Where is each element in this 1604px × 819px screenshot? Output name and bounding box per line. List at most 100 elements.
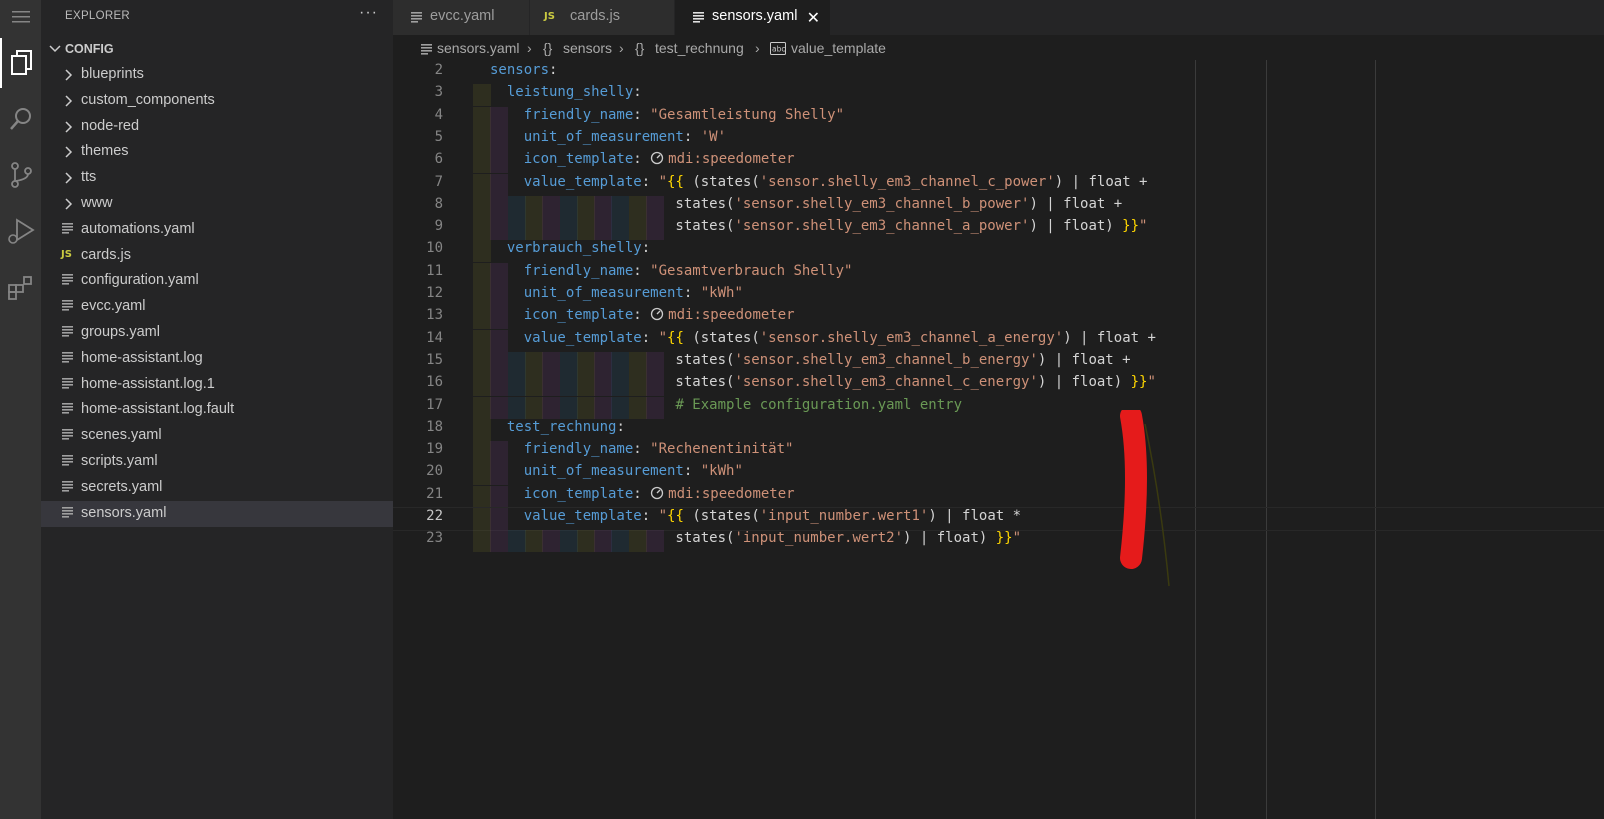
code-line[interactable]: unit_of_measurement: "kWh" [490,463,743,479]
code-line[interactable]: friendly_name: "Gesamtleistung Shelly" [490,107,844,123]
indent-guide [473,351,491,374]
line-number: 22 [426,508,443,524]
line-number: 10 [426,240,443,257]
chevron-right-icon [65,121,73,133]
code-line[interactable]: sensors: [490,62,557,78]
tree-item-home-assistant-log-fault[interactable]: home-assistant.log.fault [41,397,393,423]
code-line[interactable]: unit_of_measurement: "kWh" [490,285,743,301]
code-line[interactable]: verbrauch_shelly: [490,240,650,256]
tree-item-node-red[interactable]: node-red [41,114,393,140]
code-line[interactable]: icon_template: mdi:speedometer [490,307,795,323]
breadcrumb-value-template[interactable]: value_template [791,40,886,56]
tree-item-label: node-red [81,117,140,134]
code-line[interactable]: friendly_name: "Gesamtverbrauch Shelly" [490,263,853,279]
indent-guide [473,195,491,218]
line-number: 19 [426,441,443,458]
indent-guide [473,441,491,464]
code-line[interactable]: icon_template: mdi:speedometer [490,486,795,502]
indent-guide [473,285,491,307]
line-number: 23 [426,530,443,547]
tree-item-secrets-yaml[interactable]: secrets.yaml [41,475,393,501]
editor-ruler [1195,60,1196,819]
indent-guide [473,128,491,151]
code-line[interactable]: icon_template: mdi:speedometer [490,151,795,167]
gauge-icon [651,308,664,321]
code-line[interactable]: states('input_number.wert2') | float) }}… [490,530,1021,546]
tree-item-themes[interactable]: themes [41,139,393,165]
yaml-file-icon [62,351,73,363]
tab-cards-js[interactable]: JS cards.js [530,0,675,35]
line-number: 18 [426,418,443,435]
folder-root-config[interactable]: CONFIG [41,38,393,62]
tree-item-home-assistant-log[interactable]: home-assistant.log [41,346,393,372]
tree-item-blueprints[interactable]: blueprints [41,62,393,88]
tree-item-automations-yaml[interactable]: automations.yaml [41,217,393,243]
code-line[interactable]: states('sensor.shelly_em3_channel_a_powe… [490,218,1147,234]
search-icon[interactable] [0,94,41,144]
line-number: 14 [426,329,443,346]
tree-item-label: secrets.yaml [81,478,163,495]
tree-item-scenes-yaml[interactable]: scenes.yaml [41,423,393,449]
code-line[interactable]: states('sensor.shelly_em3_channel_b_powe… [490,196,1122,212]
close-icon[interactable]: ✕ [807,8,820,28]
code-line[interactable]: friendly_name: "Rechenentinität" [490,441,794,457]
tree-item-www[interactable]: www [41,191,393,217]
tree-item-cards-js[interactable]: JS cards.js [41,243,393,269]
tree-item-home-assistant-log-1[interactable]: home-assistant.log.1 [41,372,393,398]
indent-guide [473,262,491,285]
breadcrumb-separator: › [755,40,760,56]
tab-sensors-yaml[interactable]: sensors.yaml ✕ [675,0,831,35]
yaml-file-icon [62,506,73,518]
tree-item-custom-components[interactable]: custom_components [41,88,393,114]
line-number: 3 [434,84,443,101]
indent-guide [473,218,491,241]
code-editor[interactable]: 2 sensors: 3 leistung_shelly: 4 friendly_na… [393,60,1604,819]
indent-guide [473,173,491,196]
line-number: 12 [426,285,443,301]
code-line[interactable]: states('sensor.shelly_em3_channel_c_ener… [490,374,1155,390]
code-line[interactable]: value_template: "{{ (states('sensor.shel… [490,174,1148,190]
source-control-icon[interactable] [0,150,41,200]
code-line[interactable]: test_rechnung: [490,419,625,435]
tree-item-sensors-yaml[interactable]: sensors.yaml [41,500,393,527]
tree-item-scripts-yaml[interactable]: scripts.yaml [41,449,393,475]
tab-evcc-yaml[interactable]: evcc.yaml [393,0,530,35]
extensions-icon[interactable] [0,262,41,312]
tree-item-label: www [81,195,113,211]
code-line[interactable]: value_template: "{{ (states('input_numbe… [490,508,1021,524]
breadcrumb-file[interactable]: sensors.yaml [437,40,519,56]
code-line[interactable]: value_template: "{{ (states('sensor.shel… [490,330,1156,346]
editor-ruler [1266,60,1267,819]
chevron-down-icon [49,45,61,53]
tree-item-tts[interactable]: tts [41,165,393,191]
tab-bar: evcc.yaml JS cards.js sensors.yaml ✕ [393,0,1604,35]
symbol-object-icon: {} [543,40,553,56]
indent-guide [473,307,491,330]
breadcrumb-test-rechnung[interactable]: test_rechnung [655,40,744,56]
yaml-file-icon [62,377,73,389]
indent-guide [473,530,491,553]
code-line[interactable]: unit_of_measurement: 'W' [490,129,726,145]
code-line[interactable]: # Example configuration.yaml entry [490,397,962,413]
yaml-file-icon [411,12,422,23]
chevron-right-icon [65,69,73,81]
editor-ruler [1375,60,1376,819]
run-debug-icon[interactable] [0,206,41,256]
files-icon[interactable] [0,38,41,88]
code-line[interactable]: leistung_shelly: [490,84,642,100]
indent-guide [473,240,491,263]
tree-item-evcc-yaml[interactable]: evcc.yaml [41,294,393,320]
gauge-icon [651,152,664,165]
menu-icon[interactable] [0,0,41,42]
explorer-title: EXPLORER [65,10,131,22]
more-actions-icon[interactable]: ··· [359,4,378,22]
indent-guide [473,508,491,530]
code-line[interactable]: states('sensor.shelly_em3_channel_b_ener… [490,352,1130,368]
tree-item-configuration-yaml[interactable]: configuration.yaml [41,268,393,294]
line-number: 2 [434,62,443,78]
chevron-right-icon [65,146,73,158]
tree-item-groups-yaml[interactable]: groups.yaml [41,320,393,346]
line-number: 13 [426,307,443,324]
line-number: 6 [434,151,443,168]
breadcrumb-sensors[interactable]: sensors [563,40,612,56]
